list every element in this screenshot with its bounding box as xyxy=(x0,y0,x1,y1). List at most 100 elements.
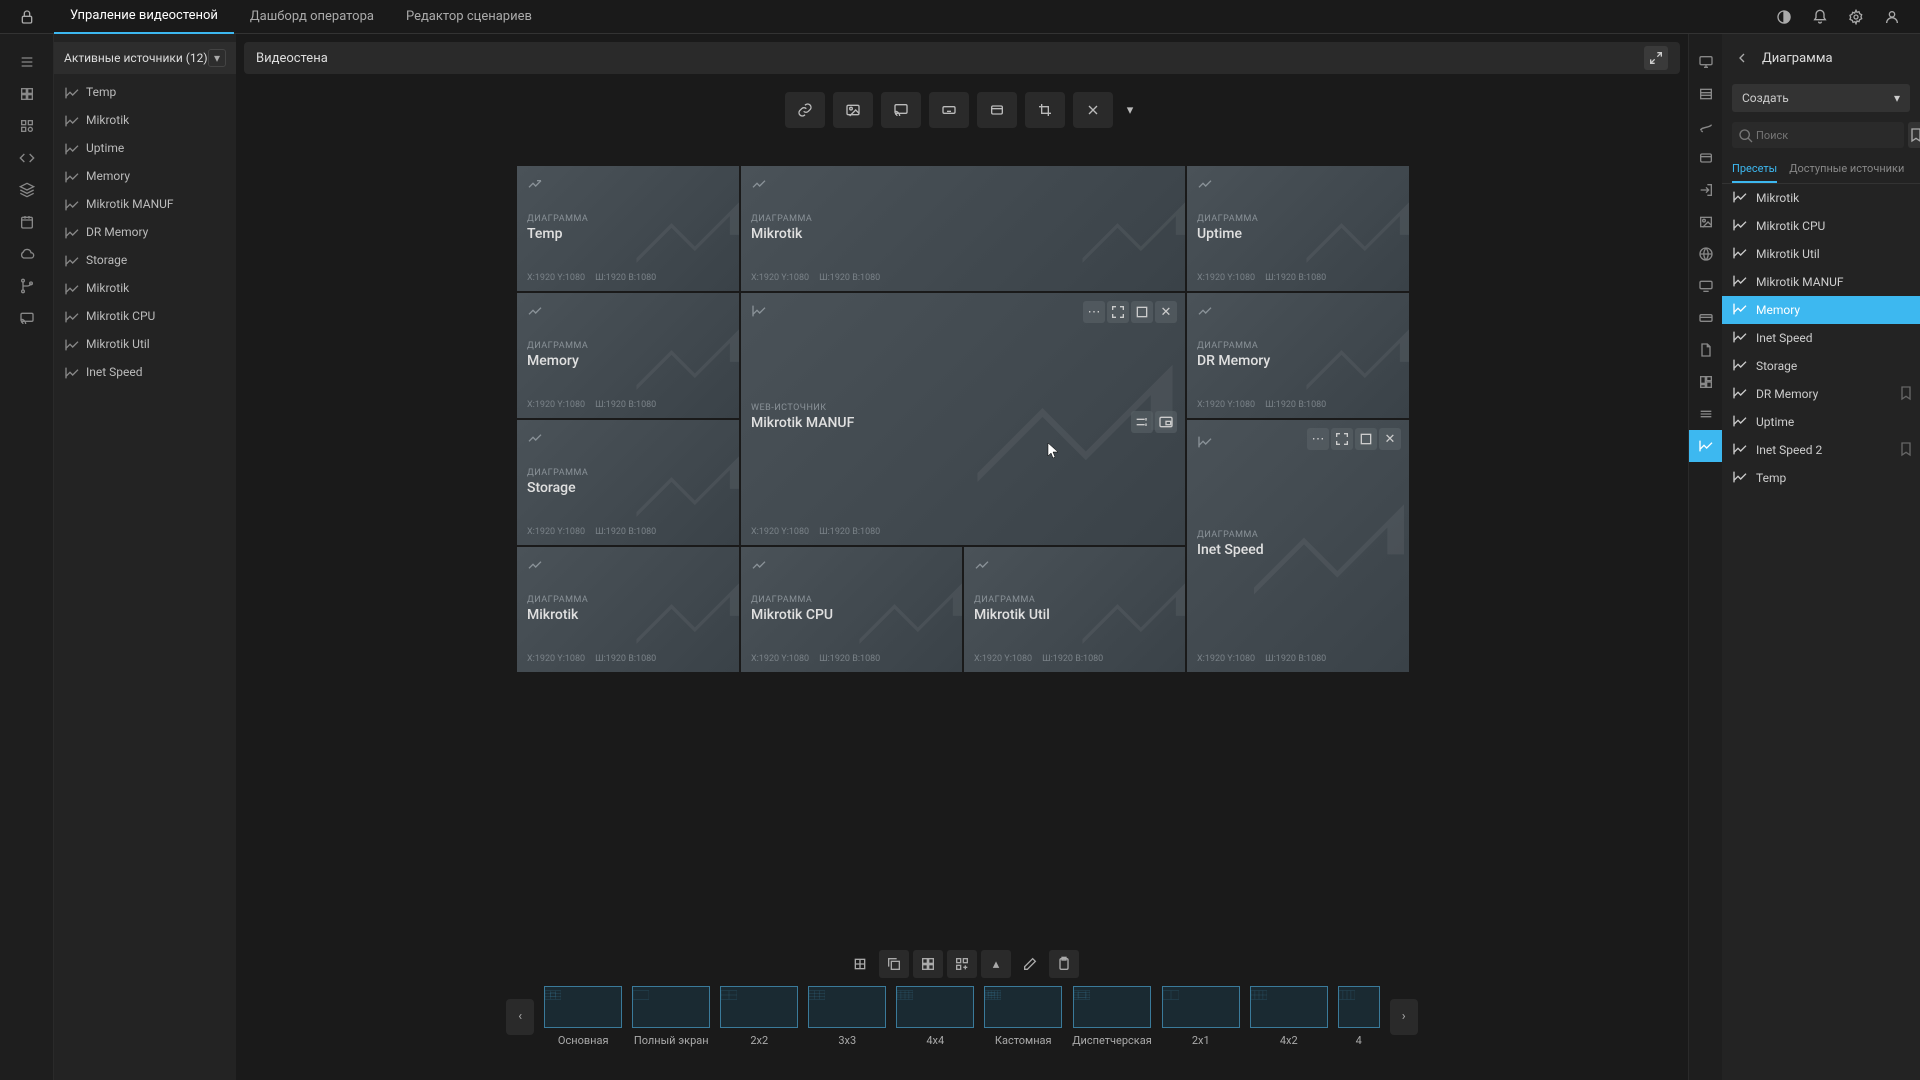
list-icon[interactable] xyxy=(1689,78,1723,110)
source-item[interactable]: Inet Speed xyxy=(54,358,236,386)
crop-icon[interactable] xyxy=(1027,94,1063,126)
grid-plus-icon[interactable] xyxy=(947,950,977,978)
edit-icon[interactable] xyxy=(1015,950,1045,978)
layout-thumb[interactable]: 3x3 xyxy=(808,986,886,1047)
bell-icon[interactable] xyxy=(1804,1,1836,33)
more-icon[interactable]: ⋯ xyxy=(1307,428,1329,450)
source-item[interactable]: DR Memory xyxy=(54,218,236,246)
settings-tile-icon[interactable] xyxy=(1131,411,1153,433)
link-icon[interactable] xyxy=(787,94,823,126)
create-button[interactable]: Создать ▾ xyxy=(1732,84,1910,112)
preset-item[interactable]: Temp xyxy=(1722,464,1920,492)
chevron-up-icon[interactable]: ▴ xyxy=(981,950,1011,978)
clipboard-icon[interactable] xyxy=(1049,950,1079,978)
bookmark-filter-icon[interactable] xyxy=(1908,122,1920,148)
tile-temp[interactable]: ДИАГРАММА Temp X:1920 Y:1080Ш:1920 В:108… xyxy=(517,166,739,291)
layout-thumb[interactable]: 2x1 xyxy=(1162,986,1240,1047)
layers-icon[interactable] xyxy=(0,174,54,206)
source-item[interactable]: Temp xyxy=(54,78,236,106)
globe-icon[interactable] xyxy=(1689,238,1723,270)
source-item[interactable]: Storage xyxy=(54,246,236,274)
tile-uptime[interactable]: ДИАГРАММА Uptime X:1920 Y:1080Ш:1920 В:1… xyxy=(1187,166,1409,291)
layout-thumb[interactable]: Основная xyxy=(544,986,622,1047)
file-icon[interactable] xyxy=(1689,334,1723,366)
cast-icon[interactable] xyxy=(0,302,54,334)
source-item[interactable]: Mikrotik xyxy=(54,274,236,302)
close-tile-icon[interactable]: ✕ xyxy=(1155,301,1177,323)
calendar-icon[interactable] xyxy=(0,206,54,238)
monitor-icon[interactable] xyxy=(1689,46,1723,78)
preset-item[interactable]: Mikrotik MANUF xyxy=(1722,268,1920,296)
tile-mikrotik-manuf[interactable]: ⋯ ✕ Web-источник Mikrotik MANUF X:1920 Y… xyxy=(741,293,1185,545)
tab-scenario-editor[interactable]: Редактор сценариев xyxy=(390,0,548,34)
preset-item[interactable]: Mikrotik CPU xyxy=(1722,212,1920,240)
preset-item[interactable]: Inet Speed 2 xyxy=(1722,436,1920,464)
expand-tile-icon[interactable] xyxy=(1355,428,1377,450)
layout-thumb[interactable]: 4 xyxy=(1338,986,1380,1047)
layout-thumb[interactable]: Диспетчерская xyxy=(1072,986,1152,1047)
close-tile-icon[interactable]: ✕ xyxy=(1379,428,1401,450)
back-icon[interactable] xyxy=(1732,48,1752,68)
grid-icon[interactable] xyxy=(0,78,54,110)
tile-memory[interactable]: ДИАГРАММА Memory X:1920 Y:1080Ш:1920 В:1… xyxy=(517,293,739,418)
prev-layout-icon[interactable]: ‹ xyxy=(506,999,534,1035)
branch-icon[interactable] xyxy=(0,270,54,302)
tile-mikrotik2[interactable]: ДИАГРАММА Mikrotik X:1920 Y:1080Ш:1920 В… xyxy=(517,547,739,672)
source-item[interactable]: Mikrotik MANUF xyxy=(54,190,236,218)
desktop-icon[interactable] xyxy=(1689,270,1723,302)
apps-icon[interactable] xyxy=(0,110,54,142)
contrast-icon[interactable] xyxy=(1768,1,1800,33)
layout-thumb[interactable]: 4x4 xyxy=(896,986,974,1047)
cloud-icon[interactable] xyxy=(0,238,54,270)
pip-icon[interactable] xyxy=(1155,411,1177,433)
preset-item[interactable]: Inet Speed xyxy=(1722,324,1920,352)
tile-inet-speed[interactable]: ⋯ ✕ Диаграмма Inet Speed X:1920 Y:1080Ш:… xyxy=(1187,420,1409,672)
user-icon[interactable] xyxy=(1876,1,1908,33)
chart-nav-icon[interactable] xyxy=(1689,430,1723,462)
tile-mikrotik-cpu[interactable]: ДИАГРАММА Mikrotik CPU X:1920 Y:1080Ш:19… xyxy=(741,547,962,672)
layout-thumb[interactable]: Кастомная xyxy=(984,986,1062,1047)
preset-item[interactable]: Mikrotik Util xyxy=(1722,240,1920,268)
route-icon[interactable] xyxy=(1689,110,1723,142)
preset-item[interactable]: DR Memory xyxy=(1722,380,1920,408)
tab-available-sources[interactable]: Доступные источники xyxy=(1789,156,1904,183)
preset-item[interactable]: Mikrotik xyxy=(1722,184,1920,212)
single-layout-icon[interactable] xyxy=(845,950,875,978)
next-layout-icon[interactable]: › xyxy=(1390,999,1418,1035)
source-item[interactable]: Mikrotik xyxy=(54,106,236,134)
preset-item[interactable]: Uptime xyxy=(1722,408,1920,436)
lines-icon[interactable] xyxy=(1689,398,1723,430)
cast-screen-icon[interactable] xyxy=(883,94,919,126)
keyboard-icon[interactable] xyxy=(931,94,967,126)
expand-tile-icon[interactable] xyxy=(1131,301,1153,323)
lock-icon[interactable] xyxy=(0,0,54,34)
tab-videowall[interactable]: Упраление видеостеной xyxy=(54,0,234,34)
window2-icon[interactable] xyxy=(1689,142,1723,174)
search-input[interactable] xyxy=(1732,122,1904,148)
tab-dashboard[interactable]: Дашборд оператора xyxy=(234,0,390,34)
source-item[interactable]: Mikrotik CPU xyxy=(54,302,236,330)
picture-icon[interactable] xyxy=(1689,206,1723,238)
layout-thumb[interactable]: 4x2 xyxy=(1250,986,1328,1047)
tab-presets[interactable]: Пресеты xyxy=(1732,156,1777,183)
more-icon[interactable]: ⋯ xyxy=(1083,301,1105,323)
tile-dr-memory[interactable]: ДИАГРАММА DR Memory X:1920 Y:1080Ш:1920 … xyxy=(1187,293,1409,418)
tile-storage[interactable]: ДИАГРАММА Storage X:1920 Y:1080Ш:1920 В:… xyxy=(517,420,739,545)
expand-icon[interactable] xyxy=(1644,46,1668,70)
image-icon[interactable] xyxy=(835,94,871,126)
sources-header[interactable]: Активные источники (12) ▾ xyxy=(54,42,236,74)
import-icon[interactable] xyxy=(1689,174,1723,206)
preset-item[interactable]: Memory xyxy=(1722,296,1920,324)
fullscreen-icon[interactable] xyxy=(1331,428,1353,450)
tile-mikrotik-util[interactable]: ДИАГРАММА Mikrotik Util X:1920 Y:1080Ш:1… xyxy=(964,547,1185,672)
source-item[interactable]: Uptime xyxy=(54,134,236,162)
close-icon[interactable] xyxy=(1075,94,1111,126)
source-item[interactable]: Mikrotik Util xyxy=(54,330,236,358)
chevron-down-icon[interactable]: ▾ xyxy=(208,49,226,67)
tile-mikrotik[interactable]: ДИАГРАММА Mikrotik X:1920 Y:1080Ш:1920 В… xyxy=(741,166,1185,291)
layout-thumb[interactable]: Полный экран xyxy=(632,986,710,1047)
layout-thumb[interactable]: 2x2 xyxy=(720,986,798,1047)
gear-icon[interactable] xyxy=(1840,1,1872,33)
card-icon[interactable] xyxy=(1689,302,1723,334)
window-icon[interactable] xyxy=(979,94,1015,126)
